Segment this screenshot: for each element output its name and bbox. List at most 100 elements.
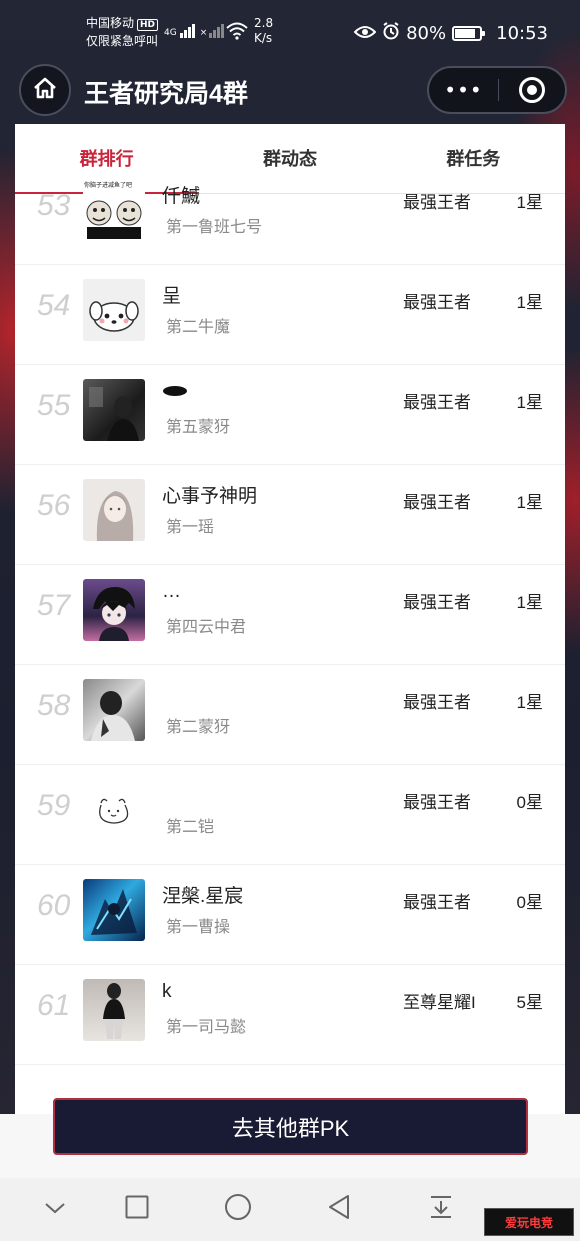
player-nickname: 心事予神明 — [162, 486, 258, 507]
player-nickname: … — [162, 581, 181, 602]
ranking-panel: 群排行 群动态 群任务 53 你脑子进减鱼了吧 仟鰄 第一鲁班七号 最强王者 1… — [15, 124, 565, 1114]
avatar — [83, 879, 145, 941]
hero-title: 第二蒙犽 — [166, 719, 231, 736]
rank-number: 60 — [37, 889, 71, 922]
rank-tier: 最强王者 — [403, 693, 471, 712]
rank-tier: 最强王者 — [403, 393, 471, 412]
rank-number: 61 — [37, 989, 71, 1022]
avatar: 你脑子进减鱼了吧 — [83, 179, 145, 241]
rank-number: 53 — [37, 189, 71, 222]
collapse-button[interactable] — [38, 1192, 72, 1226]
battery-icon — [452, 26, 486, 41]
battery-percent: 80% — [406, 23, 447, 44]
chevron-down-icon — [44, 1200, 66, 1219]
star-count: 1星 — [516, 693, 543, 712]
ranking-row[interactable]: 61 k 第一司马懿 至尊星耀I 5星 — [15, 965, 565, 1065]
star-count: 1星 — [516, 293, 543, 312]
rank-tier: 最强王者 — [403, 893, 471, 912]
avatar — [83, 479, 145, 541]
ranking-row[interactable]: 55 第五蒙犽 最强王者 1星 — [15, 365, 565, 465]
close-mini-program-button[interactable] — [499, 68, 565, 112]
ranking-row[interactable]: 60 涅槃.星宸 第一曹操 最强王者 0星 — [15, 865, 565, 965]
alarm-icon — [382, 22, 400, 45]
hero-title: 第一鲁班七号 — [166, 219, 263, 236]
avatar — [83, 679, 145, 741]
clock: 10:53 — [496, 23, 548, 44]
avatar — [83, 579, 145, 641]
rank-number: 54 — [37, 289, 71, 322]
app-header: 王者研究局4群 ••• — [0, 62, 580, 124]
player-nickname: 涅槃.星宸 — [162, 886, 244, 907]
hero-title: 第五蒙犽 — [166, 419, 231, 436]
player-nickname — [162, 381, 188, 403]
star-count: 0星 — [516, 793, 543, 812]
hero-title: 第一司马懿 — [166, 1019, 247, 1036]
rank-tier: 至尊星耀I — [403, 993, 476, 1012]
ranking-row[interactable]: 59 第二铠 最强王者 0星 — [15, 765, 565, 865]
star-count: 0星 — [516, 893, 543, 912]
rank-tier: 最强王者 — [403, 593, 471, 612]
rank-tier: 最强王者 — [403, 493, 471, 512]
star-count: 1星 — [516, 393, 543, 412]
status-bar: 中国移动 HD 仅限紧急呼叫 4G × 2.8 K/s 80% 10:53 — [0, 0, 580, 62]
avatar — [83, 979, 145, 1041]
rank-tier: 最强王者 — [403, 793, 471, 812]
rank-number: 57 — [37, 589, 71, 622]
notification-pull-button[interactable] — [424, 1192, 458, 1226]
star-count: 5星 — [516, 993, 543, 1012]
more-button[interactable]: ••• — [429, 68, 498, 112]
status-right: 80% 10:53 — [353, 22, 548, 45]
hero-title: 第二牛魔 — [166, 319, 231, 336]
pull-down-icon — [429, 1194, 453, 1224]
back-button[interactable] — [322, 1192, 356, 1226]
watermark-logo: 爱玩电竞 — [484, 1208, 574, 1236]
rank-number: 58 — [37, 689, 71, 722]
speed-value: 2.8 — [254, 16, 274, 30]
star-count: 1星 — [516, 493, 543, 512]
hero-title: 第四云中君 — [166, 619, 247, 636]
hero-title: 第二铠 — [166, 819, 215, 836]
avatar — [83, 779, 145, 841]
home-system-button[interactable] — [221, 1192, 255, 1226]
eye-icon — [353, 23, 377, 44]
blob-icon — [163, 386, 187, 396]
pk-other-group-button[interactable]: 去其他群PK — [53, 1098, 528, 1155]
home-button[interactable] — [19, 64, 71, 116]
rank-number: 55 — [37, 389, 71, 422]
more-icon: ••• — [444, 78, 483, 102]
emergency-text: 仅限紧急呼叫 — [86, 34, 159, 48]
home-icon — [32, 76, 58, 104]
ranking-row[interactable]: 56 心事予神明 第一瑶 最强王者 1星 — [15, 465, 565, 565]
avatar — [83, 379, 145, 441]
recents-button[interactable] — [120, 1192, 154, 1226]
wifi-icon — [226, 22, 248, 45]
carrier-info: 中国移动 HD 仅限紧急呼叫 — [86, 14, 159, 50]
square-icon — [125, 1195, 149, 1223]
network-type: 4G — [164, 28, 177, 38]
hero-title: 第一瑶 — [166, 519, 215, 536]
ranking-row[interactable]: 57 … 第四云中君 最强王者 1星 — [15, 565, 565, 665]
player-nickname: 仟鰄 — [162, 186, 201, 207]
mini-program-capsule: ••• — [427, 66, 567, 114]
rank-tier: 最强王者 — [403, 293, 471, 312]
avatar — [83, 279, 145, 341]
player-nickname: 呈 — [162, 286, 182, 307]
hero-title: 第一曹操 — [166, 919, 231, 936]
rank-number: 56 — [37, 489, 71, 522]
player-nickname: k — [162, 981, 172, 1002]
carrier-name: 中国移动 — [86, 16, 135, 30]
network-speed: 2.8 K/s — [254, 16, 273, 46]
page-title: 王者研究局4群 — [84, 80, 248, 108]
rank-tier: 最强王者 — [403, 193, 471, 212]
star-count: 1星 — [516, 593, 543, 612]
target-icon — [519, 77, 545, 103]
rank-number: 59 — [37, 789, 71, 822]
speed-unit: K/s — [254, 31, 273, 45]
hd-badge: HD — [137, 19, 159, 31]
ranking-row[interactable]: 58 第二蒙犽 最强王者 1星 — [15, 665, 565, 765]
ranking-row[interactable]: 54 呈 第二牛魔 最强王者 1星 — [15, 265, 565, 365]
signal-icon: 4G × — [164, 20, 225, 38]
star-count: 1星 — [516, 193, 543, 212]
circle-icon — [224, 1193, 252, 1225]
ranking-row[interactable]: 53 你脑子进减鱼了吧 仟鰄 第一鲁班七号 最强王者 1星 — [15, 165, 565, 265]
